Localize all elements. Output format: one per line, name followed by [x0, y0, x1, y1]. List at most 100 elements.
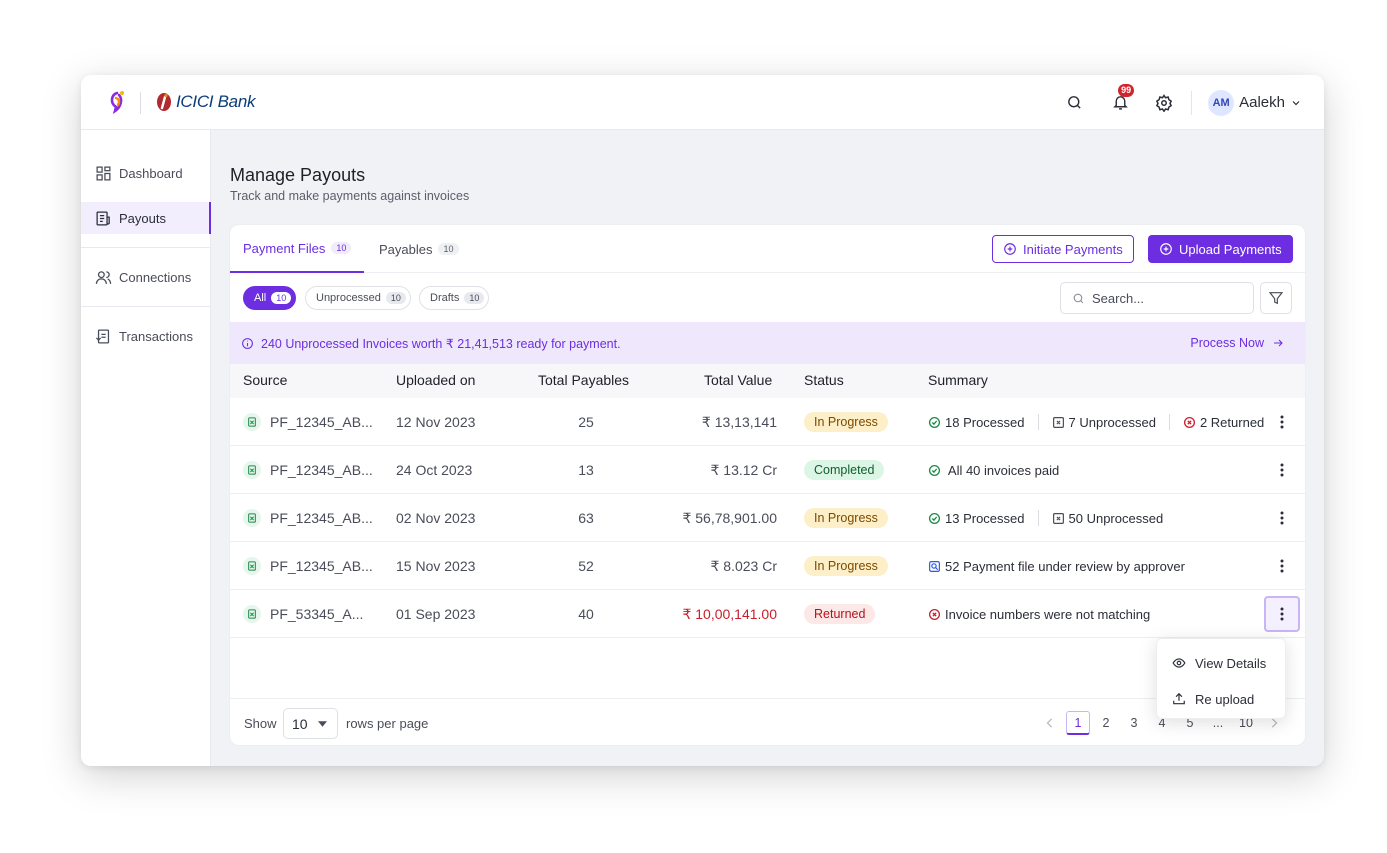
payables-cell: 40 [578, 606, 594, 622]
summary-cell: All 40 invoices paid [928, 446, 1059, 494]
page-title: Manage Payouts [230, 165, 366, 185]
source-filename: PF_12345_AB... [270, 462, 373, 478]
row-actions-cell [1264, 590, 1300, 638]
payables-cell: 25 [578, 414, 594, 430]
table-row[interactable]: PF_12345_AB... 15 Nov 2023 52 ₹ 8.023 Cr… [230, 542, 1305, 590]
table-row[interactable]: PF_53345_A... 01 Sep 2023 40 ₹ 10,00,141… [230, 590, 1305, 638]
excel-file-icon [243, 461, 261, 479]
filter-chip-all[interactable]: All 10 [243, 286, 297, 310]
status-badge: In Progress [804, 412, 888, 432]
uploaded-cell: 12 Nov 2023 [396, 414, 476, 430]
more-vertical-icon[interactable] [1267, 455, 1297, 485]
eye-icon [1172, 658, 1186, 668]
search-input[interactable] [1092, 290, 1242, 306]
logo-divider [140, 92, 141, 114]
menu-item-label: View Details [1195, 655, 1267, 671]
rows-per-page-value: 10 [292, 715, 308, 732]
tab-count-badge: 10 [331, 242, 352, 254]
info-banner: 240 Unprocessed Invoices worth ₹ 21,41,5… [230, 322, 1305, 364]
user-name: Aalekh [1239, 94, 1285, 111]
user-menu[interactable]: AM Aalekh [1208, 89, 1302, 116]
upload-payments-button[interactable]: Upload Payments [1148, 235, 1293, 263]
tab-payables[interactable]: Payables 10 [366, 225, 472, 273]
plus-circle-icon [1004, 243, 1016, 255]
summary-text: Invoice numbers were not matching [945, 606, 1151, 622]
sidebar-item-dashboard[interactable]: Dashboard [81, 157, 211, 189]
filter-chip-unprocessed[interactable]: Unprocessed 10 [305, 286, 411, 310]
value-cell: ₹ 56,78,901.00 [682, 509, 777, 526]
check-circle-icon [928, 464, 941, 476]
table-row[interactable]: PF_12345_AB... 24 Oct 2023 13 ₹ 13.12 Cr… [230, 446, 1305, 494]
app-window: ICICI Bank 99 AM Aalekh Dashboard Payout… [81, 75, 1324, 766]
more-vertical-icon[interactable] [1267, 407, 1297, 437]
summary-text: 2 Returned [1199, 414, 1265, 430]
dashboard-icon [96, 165, 111, 181]
connections-icon [95, 270, 112, 284]
status-badge: In Progress [804, 508, 888, 528]
top-bar: ICICI Bank 99 AM Aalekh [81, 75, 1324, 130]
status-cell: In Progress [804, 494, 888, 542]
sidebar-item-label: Payouts [119, 210, 166, 226]
more-vertical-icon[interactable] [1267, 551, 1297, 581]
sidebar-item-label: Connections [119, 269, 192, 285]
caret-down-icon [317, 720, 327, 727]
uploaded-cell: 24 Oct 2023 [396, 462, 473, 478]
search-icon[interactable] [1063, 92, 1085, 114]
tab-label: Payables [379, 241, 433, 257]
banner-action-label: Process Now [1190, 336, 1264, 350]
tab-label: Payment Files [243, 240, 326, 256]
x-circle-icon [928, 608, 941, 620]
filter-button[interactable] [1260, 282, 1292, 314]
table-row[interactable]: PF_12345_AB... 02 Nov 2023 63 ₹ 56,78,90… [230, 494, 1305, 542]
page-button[interactable]: 3 [1122, 711, 1146, 735]
source-filename: PF_12345_AB... [270, 558, 373, 574]
review-icon [929, 560, 940, 572]
table-header: Source Uploaded on Total Payables Total … [230, 364, 1305, 398]
summary-divider [1037, 510, 1039, 526]
summary-cell: 52 Payment file under review by approver [928, 542, 1185, 590]
initiate-payments-button[interactable]: Initiate Payments [992, 235, 1134, 263]
row-actions-cell [1267, 494, 1297, 542]
menu-item-view-details[interactable]: View Details [1157, 645, 1285, 681]
uploaded-cell: 02 Nov 2023 [396, 510, 476, 526]
sidebar-item-transactions[interactable]: Transactions [81, 320, 211, 352]
tab-count-badge: 10 [438, 243, 459, 255]
column-header-summary: Summary [928, 372, 988, 388]
more-vertical-icon[interactable] [1267, 503, 1297, 533]
value-cell: ₹ 13,13,141 [701, 413, 777, 430]
filter-chip-drafts[interactable]: Drafts 10 [419, 286, 490, 310]
payouts-icon [96, 210, 110, 226]
settings-gear-icon[interactable] [1153, 92, 1175, 114]
chip-label: Drafts [430, 292, 460, 304]
excel-file-icon [243, 413, 261, 431]
process-now-link[interactable]: Process Now [1190, 322, 1284, 364]
page-button[interactable]: 1 [1066, 711, 1090, 735]
more-vertical-icon[interactable] [1264, 596, 1300, 632]
top-actions: 99 AM Aalekh [1063, 75, 1302, 130]
summary-divider [1168, 414, 1170, 430]
summary-cell: 18 Processed 7 Unprocessed 2 Returned [928, 398, 1264, 446]
prev-page-chevron-icon[interactable] [1038, 711, 1062, 735]
app-logo-icon [107, 89, 129, 115]
sidebar-item-payouts[interactable]: Payouts [81, 202, 211, 234]
value-cell: ₹ 8.023 Cr [710, 557, 778, 574]
notifications-bell-icon[interactable]: 99 [1109, 83, 1135, 114]
sidebar-item-label: Transactions [119, 328, 193, 344]
chip-label: All [254, 292, 267, 304]
tab-payment-files[interactable]: Payment Files 10 [230, 225, 365, 273]
menu-item-re-upload[interactable]: Re upload [1157, 681, 1285, 717]
x-square-icon [1052, 416, 1064, 428]
sidebar: Dashboard Payouts Connections Transactio… [81, 130, 211, 766]
notifications-badge: 99 [1118, 83, 1135, 97]
show-label: Show [244, 716, 277, 731]
table-row[interactable]: PF_12345_AB... 12 Nov 2023 25 ₹ 13,13,14… [230, 398, 1305, 446]
search-icon [1073, 293, 1084, 303]
column-header-uploaded: Uploaded on [396, 372, 476, 388]
source-filename: PF_12345_AB... [270, 414, 373, 430]
rows-per-page-select[interactable]: 10 [283, 708, 338, 739]
row-actions-cell [1267, 542, 1297, 590]
filter-funnel-icon [1268, 292, 1284, 305]
source-cell: PF_12345_AB... [243, 446, 373, 494]
sidebar-item-connections[interactable]: Connections [81, 261, 211, 293]
page-button[interactable]: 2 [1094, 711, 1118, 735]
